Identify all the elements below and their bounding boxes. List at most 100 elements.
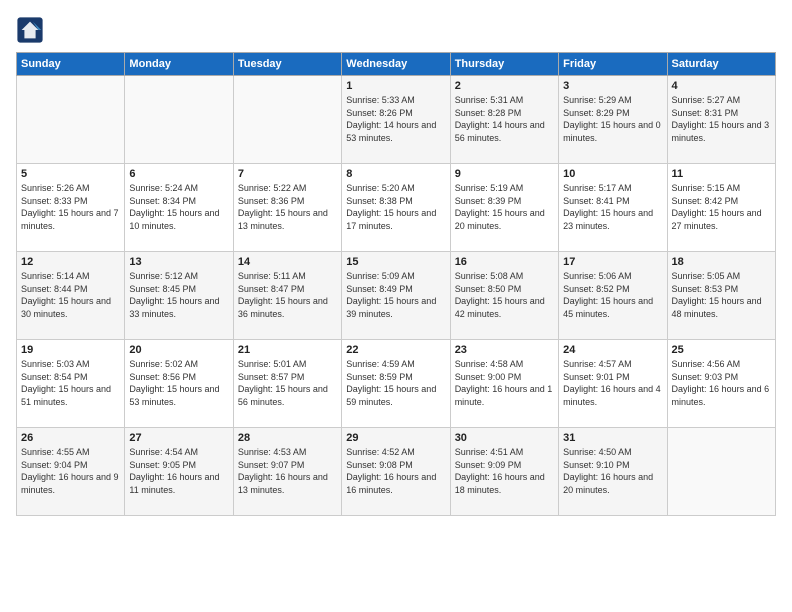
calendar-cell [667,428,775,516]
weekday-header: Saturday [667,53,775,76]
day-info: Sunrise: 4:52 AM Sunset: 9:08 PM Dayligh… [346,446,445,496]
calendar-week-row: 5 Sunrise: 5:26 AM Sunset: 8:33 PM Daylig… [17,164,776,252]
weekday-header: Thursday [450,53,558,76]
weekday-header: Tuesday [233,53,341,76]
calendar-cell: 28 Sunrise: 4:53 AM Sunset: 9:07 PM Dayli… [233,428,341,516]
calendar-cell: 31 Sunrise: 4:50 AM Sunset: 9:10 PM Dayli… [559,428,667,516]
day-number: 29 [346,432,445,444]
day-info: Sunrise: 5:24 AM Sunset: 8:34 PM Dayligh… [129,182,228,232]
day-number: 7 [238,168,337,180]
day-number: 28 [238,432,337,444]
calendar-cell: 27 Sunrise: 4:54 AM Sunset: 9:05 PM Dayli… [125,428,233,516]
calendar-week-row: 19 Sunrise: 5:03 AM Sunset: 8:54 PM Dayli… [17,340,776,428]
day-info: Sunrise: 4:59 AM Sunset: 8:59 PM Dayligh… [346,358,445,408]
calendar-cell: 9 Sunrise: 5:19 AM Sunset: 8:39 PM Daylig… [450,164,558,252]
day-info: Sunrise: 4:55 AM Sunset: 9:04 PM Dayligh… [21,446,120,496]
day-info: Sunrise: 5:08 AM Sunset: 8:50 PM Dayligh… [455,270,554,320]
day-info: Sunrise: 5:09 AM Sunset: 8:49 PM Dayligh… [346,270,445,320]
day-number: 11 [672,168,771,180]
day-info: Sunrise: 4:53 AM Sunset: 9:07 PM Dayligh… [238,446,337,496]
day-number: 26 [21,432,120,444]
day-number: 10 [563,168,662,180]
calendar-cell: 16 Sunrise: 5:08 AM Sunset: 8:50 PM Dayli… [450,252,558,340]
page-header [16,16,776,44]
day-number: 5 [21,168,120,180]
day-number: 1 [346,80,445,92]
calendar-cell: 8 Sunrise: 5:20 AM Sunset: 8:38 PM Daylig… [342,164,450,252]
calendar-cell: 14 Sunrise: 5:11 AM Sunset: 8:47 PM Dayli… [233,252,341,340]
calendar-cell: 3 Sunrise: 5:29 AM Sunset: 8:29 PM Daylig… [559,76,667,164]
day-number: 14 [238,256,337,268]
calendar-cell [125,76,233,164]
day-number: 23 [455,344,554,356]
calendar-cell: 24 Sunrise: 4:57 AM Sunset: 9:01 PM Dayli… [559,340,667,428]
calendar-cell: 10 Sunrise: 5:17 AM Sunset: 8:41 PM Dayli… [559,164,667,252]
calendar-cell: 1 Sunrise: 5:33 AM Sunset: 8:26 PM Daylig… [342,76,450,164]
weekday-header: Monday [125,53,233,76]
day-info: Sunrise: 5:33 AM Sunset: 8:26 PM Dayligh… [346,94,445,144]
day-number: 18 [672,256,771,268]
day-number: 31 [563,432,662,444]
calendar-cell: 12 Sunrise: 5:14 AM Sunset: 8:44 PM Dayli… [17,252,125,340]
day-info: Sunrise: 5:06 AM Sunset: 8:52 PM Dayligh… [563,270,662,320]
calendar-week-row: 12 Sunrise: 5:14 AM Sunset: 8:44 PM Dayli… [17,252,776,340]
calendar-cell [17,76,125,164]
calendar-cell: 26 Sunrise: 4:55 AM Sunset: 9:04 PM Dayli… [17,428,125,516]
day-info: Sunrise: 5:03 AM Sunset: 8:54 PM Dayligh… [21,358,120,408]
day-info: Sunrise: 5:05 AM Sunset: 8:53 PM Dayligh… [672,270,771,320]
day-info: Sunrise: 5:11 AM Sunset: 8:47 PM Dayligh… [238,270,337,320]
day-info: Sunrise: 5:19 AM Sunset: 8:39 PM Dayligh… [455,182,554,232]
day-info: Sunrise: 5:29 AM Sunset: 8:29 PM Dayligh… [563,94,662,144]
weekday-header: Friday [559,53,667,76]
calendar-cell [233,76,341,164]
day-number: 19 [21,344,120,356]
day-info: Sunrise: 4:56 AM Sunset: 9:03 PM Dayligh… [672,358,771,408]
day-info: Sunrise: 5:27 AM Sunset: 8:31 PM Dayligh… [672,94,771,144]
calendar-cell: 25 Sunrise: 4:56 AM Sunset: 9:03 PM Dayli… [667,340,775,428]
day-info: Sunrise: 5:20 AM Sunset: 8:38 PM Dayligh… [346,182,445,232]
calendar-cell: 6 Sunrise: 5:24 AM Sunset: 8:34 PM Daylig… [125,164,233,252]
day-number: 15 [346,256,445,268]
calendar-cell: 30Sunrise: 4:51 AM Sunset: 9:09 PM Dayli… [450,428,558,516]
calendar-cell: 19 Sunrise: 5:03 AM Sunset: 8:54 PM Dayli… [17,340,125,428]
weekday-header: Wednesday [342,53,450,76]
calendar-cell: 11 Sunrise: 5:15 AM Sunset: 8:42 PM Dayli… [667,164,775,252]
day-info: Sunrise: 4:57 AM Sunset: 9:01 PM Dayligh… [563,358,662,408]
calendar-table: SundayMondayTuesdayWednesdayThursdayFrid… [16,52,776,516]
calendar-header-row: SundayMondayTuesdayWednesdayThursdayFrid… [17,53,776,76]
day-number: 2 [455,80,554,92]
day-number: 16 [455,256,554,268]
day-number: 30 [455,432,554,444]
calendar-cell: 17 Sunrise: 5:06 AM Sunset: 8:52 PM Dayli… [559,252,667,340]
day-info: Sunrise: 5:26 AM Sunset: 8:33 PM Dayligh… [21,182,120,232]
day-number: 25 [672,344,771,356]
day-number: 8 [346,168,445,180]
day-info: Sunrise: 5:22 AM Sunset: 8:36 PM Dayligh… [238,182,337,232]
day-info: Sunrise: 5:17 AM Sunset: 8:41 PM Dayligh… [563,182,662,232]
day-number: 27 [129,432,228,444]
day-info: Sunrise: 4:54 AM Sunset: 9:05 PM Dayligh… [129,446,228,496]
day-number: 20 [129,344,228,356]
day-number: 3 [563,80,662,92]
day-number: 6 [129,168,228,180]
day-number: 24 [563,344,662,356]
day-info: Sunrise: 4:50 AM Sunset: 9:10 PM Dayligh… [563,446,662,496]
day-number: 12 [21,256,120,268]
calendar-cell: 20 Sunrise: 5:02 AM Sunset: 8:56 PM Dayli… [125,340,233,428]
day-info: Sunrise: 5:02 AM Sunset: 8:56 PM Dayligh… [129,358,228,408]
calendar-cell: 15 Sunrise: 5:09 AM Sunset: 8:49 PM Dayli… [342,252,450,340]
day-number: 13 [129,256,228,268]
day-number: 17 [563,256,662,268]
day-number: 4 [672,80,771,92]
logo [16,16,48,44]
day-info: Sunrise: 5:14 AM Sunset: 8:44 PM Dayligh… [21,270,120,320]
calendar-cell: 29 Sunrise: 4:52 AM Sunset: 9:08 PM Dayli… [342,428,450,516]
calendar-week-row: 1 Sunrise: 5:33 AM Sunset: 8:26 PM Daylig… [17,76,776,164]
logo-icon [16,16,44,44]
calendar-cell: 18 Sunrise: 5:05 AM Sunset: 8:53 PM Dayli… [667,252,775,340]
day-info: Sunrise: 5:15 AM Sunset: 8:42 PM Dayligh… [672,182,771,232]
calendar-cell: 4 Sunrise: 5:27 AM Sunset: 8:31 PM Daylig… [667,76,775,164]
day-number: 9 [455,168,554,180]
day-number: 22 [346,344,445,356]
calendar-cell: 13Sunrise: 5:12 AM Sunset: 8:45 PM Dayli… [125,252,233,340]
